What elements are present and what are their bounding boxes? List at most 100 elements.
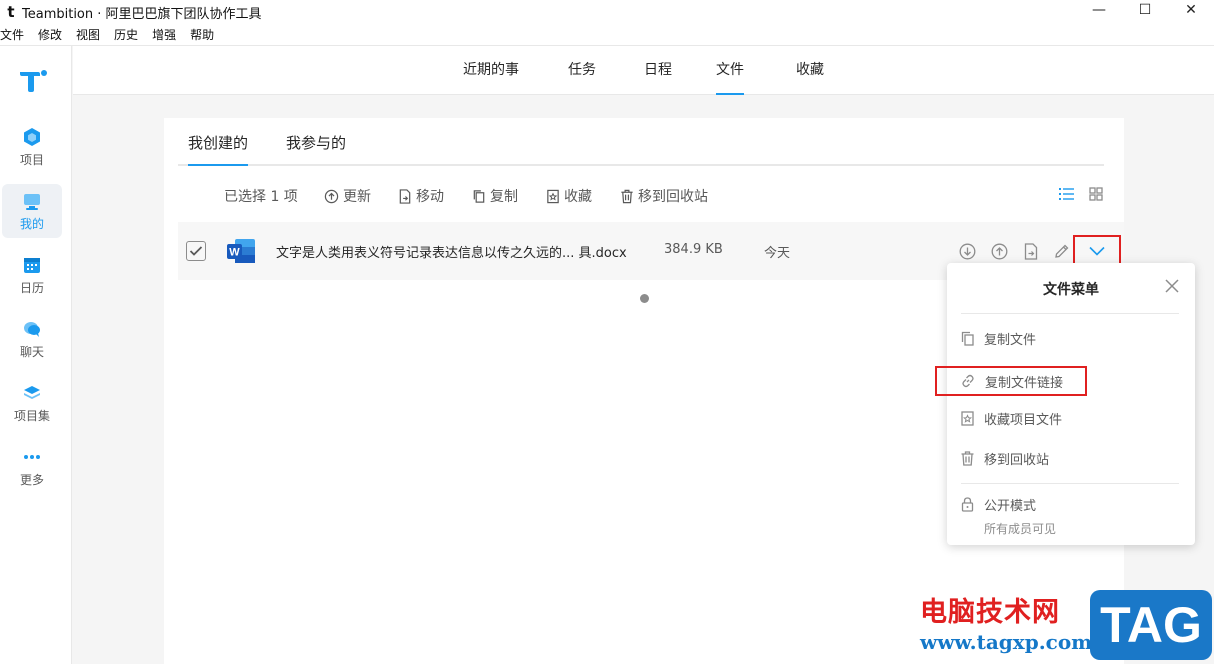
sidebar-item-label: 我的 [19,217,44,231]
update-label: 更新 [343,189,371,205]
popup-title: 文件菜单 [1043,282,1099,298]
menu-public-mode-label: 公开模式 [984,498,1037,514]
edit-button[interactable] [1050,240,1072,262]
menu-edit[interactable]: 修改 [38,26,76,43]
copy-button[interactable]: 复制 [472,186,518,206]
file-name[interactable]: 文字是人类用表义符号记录表达信息以传之久远的... 具.docx [276,242,627,261]
title-bar: t Teambition · 阿里巴巴旗下团队协作工具 — ☐ ✕ [0,0,1214,24]
public-mode-description: 所有成员可见 [984,522,1057,536]
trash-label: 移到回收站 [638,189,708,205]
layers-icon [21,382,43,404]
copy-icon [961,331,974,346]
subtab-participated[interactable]: 我参与的 [286,132,346,166]
subtab-created-by-me[interactable]: 我创建的 [188,132,249,166]
pencil-icon [1054,244,1068,258]
site-watermark: 电脑技术网 www.tagxp.com TAG [918,590,1214,664]
menu-help[interactable]: 帮助 [190,26,222,43]
update-button[interactable]: 更新 [324,186,371,206]
menu-file[interactable]: 文件 [0,26,38,43]
sidebar-item-project-set[interactable]: 项目集 [2,376,62,430]
move-button[interactable]: 移动 [398,186,444,206]
teambition-logo-icon [20,70,47,92]
window-controls: — ☐ ✕ [1076,0,1214,24]
tab-favorites[interactable]: 收藏 [796,46,824,95]
sidebar-item-label: 聊天 [19,345,44,359]
menu-history[interactable]: 历史 [114,26,152,43]
app-logo-icon: t [7,3,15,21]
favorite-button[interactable]: 收藏 [546,186,592,206]
upload-icon [991,243,1007,259]
menu-favorite-project-file[interactable]: 收藏项目文件 [961,405,1179,431]
sidebar-item-more[interactable]: 更多 [2,440,62,494]
tab-tasks[interactable]: 任务 [568,46,596,95]
move-file-icon [1024,242,1038,260]
file-checkbox[interactable] [186,241,206,261]
sidebar-item-label: 项目集 [13,409,50,423]
menu-bar: 文件 修改 视图 历史 增强 帮助 [0,24,1214,46]
download-button[interactable] [956,240,978,262]
file-menu-popup: 文件菜单 复制文件 复制文件链接 收藏项目文件 移到回收站 公开模式 所有成员可… [935,263,1195,545]
minimize-button[interactable]: — [1076,0,1122,20]
move-label: 移动 [416,189,444,205]
watermark-site-name: 电脑技术网 [920,597,1060,628]
tab-recent[interactable]: 近期的事 [463,46,519,95]
list-view-icon [1059,188,1074,200]
file-size: 384.9 KB [664,242,723,257]
tab-schedule[interactable]: 日程 [644,46,672,95]
close-icon[interactable] [1163,277,1181,295]
watermark-tag-logo: TAG [1090,590,1212,660]
download-icon [959,243,975,259]
project-cube-icon [21,126,43,148]
sidebar-item-label: 更多 [19,473,44,487]
favorite-label: 收藏 [564,189,592,205]
trash-icon [961,450,974,466]
copy-icon [473,189,485,203]
menu-enhance[interactable]: 增强 [152,26,190,43]
chevron-down-icon [1089,246,1105,256]
close-window-button[interactable]: ✕ [1168,0,1214,20]
divider [961,483,1179,484]
tab-files[interactable]: 文件 [716,46,744,95]
sidebar-item-calendar[interactable]: 日历 [2,248,62,302]
calendar-icon [21,254,43,276]
menu-favorite-label: 收藏项目文件 [984,412,1063,428]
file-toolbar: 已选择 1 项 更新 移动 复制 收藏 移到回收站 [164,176,1124,214]
menu-trash-label: 移到回收站 [984,452,1050,468]
word-document-icon: W [227,239,255,263]
upload-circle-icon [324,189,339,203]
menu-copy-file[interactable]: 复制文件 [961,325,1179,351]
menu-copy-file-label: 复制文件 [984,332,1037,348]
grid-view-icon [1089,187,1103,201]
list-view-button[interactable] [1059,187,1078,201]
move-file-button[interactable] [1020,240,1042,262]
word-badge: W [229,247,240,259]
sidebar-item-chat[interactable]: 聊天 [2,312,62,366]
grid-view-button[interactable] [1089,187,1107,201]
highlight-box [935,366,1087,396]
file-menu-button[interactable] [1073,235,1121,266]
maximize-button[interactable]: ☐ [1122,0,1168,20]
sidebar-item-project[interactable]: 项目 [2,120,62,174]
checkmark-icon [189,246,203,256]
menu-public-mode[interactable]: 公开模式 [961,491,1179,517]
menu-move-to-trash[interactable]: 移到回收站 [961,445,1179,471]
my-monitor-icon [21,190,43,212]
top-navigation: 近期的事 任务 日程 文件 收藏 [73,46,1214,95]
trash-icon [621,189,633,203]
move-to-trash-button[interactable]: 移到回收站 [620,186,708,206]
loading-dot [640,294,649,303]
sidebar-item-my[interactable]: 我的 [2,184,62,238]
sidebar: 项目 我的 日历 聊天 项目集 更多 [0,46,72,664]
file-date: 今天 [764,246,791,261]
menu-copy-file-link[interactable]: 复制文件链接 [935,366,1087,396]
file-subtabs: 我创建的 我参与的 [178,118,1104,166]
upload-button[interactable] [988,240,1010,262]
sidebar-item-label: 项目 [19,153,44,167]
menu-view[interactable]: 视图 [76,26,114,43]
selected-count: 已选择 1 项 [224,189,298,205]
copy-label: 复制 [490,189,518,205]
move-file-icon [399,188,411,204]
sidebar-item-label: 日历 [19,281,44,295]
lock-icon [961,496,974,512]
chat-bubble-icon [21,318,43,340]
